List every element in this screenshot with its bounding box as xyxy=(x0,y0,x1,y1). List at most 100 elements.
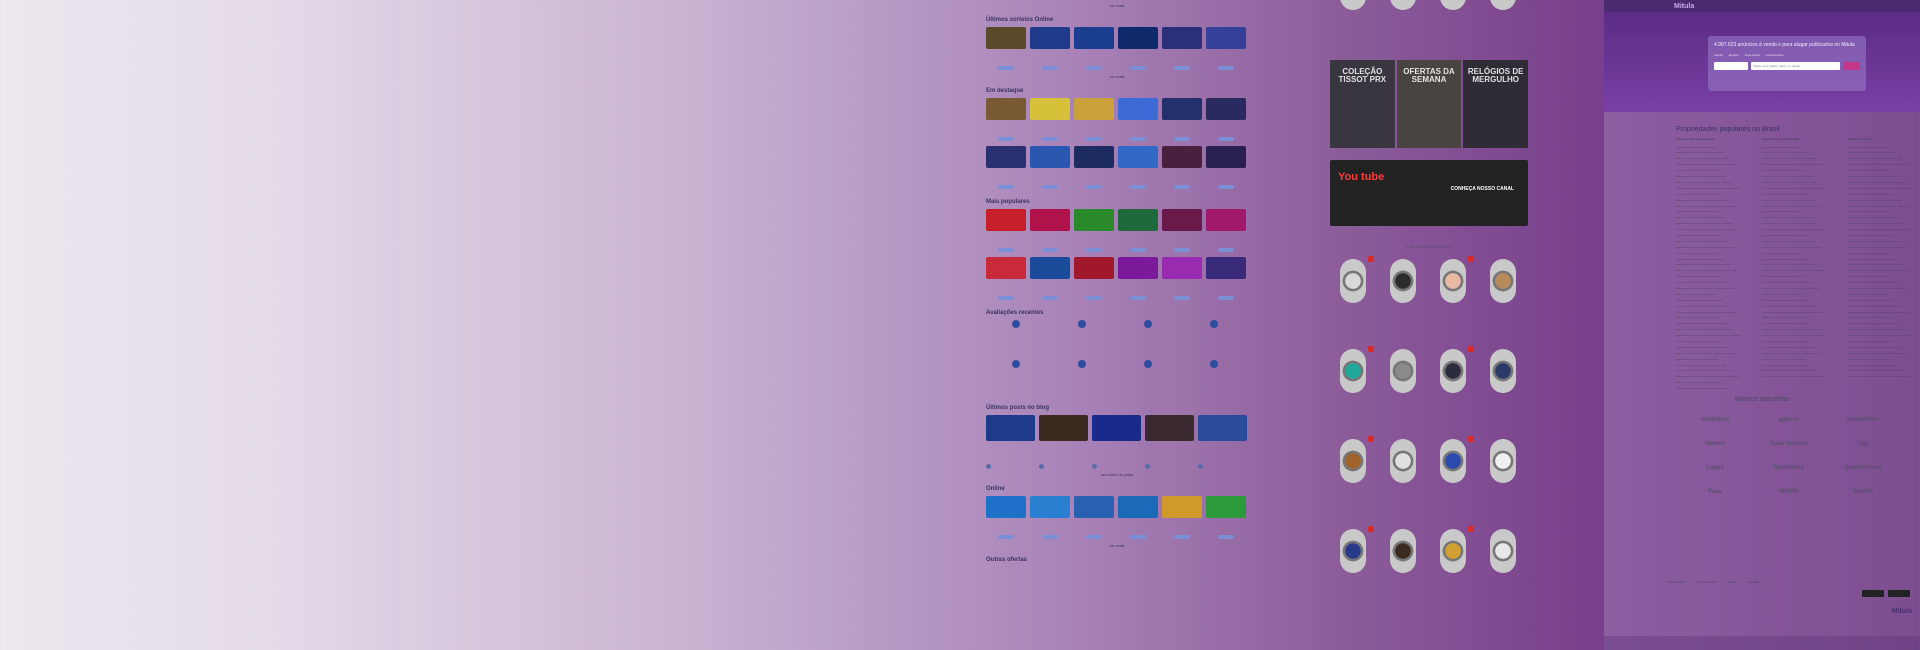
listing-card[interactable] xyxy=(1162,257,1202,301)
watch-image[interactable] xyxy=(1390,259,1416,303)
property-link[interactable] xyxy=(1848,219,1904,225)
property-link[interactable] xyxy=(1848,242,1907,248)
banner-tissot[interactable]: COLEÇÃO TISSOT PRX xyxy=(1330,60,1395,148)
listing-card[interactable] xyxy=(1030,496,1070,540)
property-link[interactable] xyxy=(1848,307,1909,313)
property-link[interactable] xyxy=(1762,242,1821,248)
listing-thumbnail[interactable] xyxy=(1162,257,1202,279)
property-link[interactable] xyxy=(1676,231,1721,236)
property-link[interactable] xyxy=(1762,354,1804,360)
listing-price-pill[interactable] xyxy=(1218,248,1234,252)
property-link[interactable] xyxy=(1676,207,1718,213)
top-see-more-link[interactable]: ver mais xyxy=(986,3,1248,8)
blog-see-all-link[interactable]: ver todos os posts xyxy=(986,472,1248,477)
property-link[interactable] xyxy=(1762,266,1824,272)
property-link[interactable] xyxy=(1762,207,1804,213)
listing-thumbnail[interactable] xyxy=(1206,146,1246,168)
listing-card[interactable] xyxy=(1030,146,1070,190)
property-link[interactable] xyxy=(1848,354,1890,360)
listing-card[interactable] xyxy=(1206,98,1246,142)
property-link[interactable] xyxy=(1762,325,1819,331)
watch-image[interactable] xyxy=(1390,529,1416,573)
listing-thumbnail[interactable] xyxy=(1162,209,1202,231)
listing-card[interactable] xyxy=(1074,27,1114,71)
partner-logo[interactable]: zap xyxy=(1832,437,1894,451)
property-link[interactable] xyxy=(1676,260,1731,266)
tab-sale[interactable]: Venda xyxy=(1714,53,1723,57)
listing-card[interactable] xyxy=(1030,257,1070,301)
listing-price-pill[interactable] xyxy=(1174,137,1190,141)
listing-thumbnail[interactable] xyxy=(1118,257,1158,279)
watch-product-card[interactable] xyxy=(1480,343,1526,433)
listing-price-pill[interactable] xyxy=(1130,137,1146,141)
property-link[interactable] xyxy=(1762,189,1808,195)
property-link[interactable] xyxy=(1676,360,1725,366)
property-link[interactable] xyxy=(1676,184,1740,189)
property-link[interactable] xyxy=(1762,337,1808,342)
listing-thumbnail[interactable] xyxy=(1206,98,1246,120)
blog-post-card[interactable] xyxy=(1039,415,1088,469)
watch-product-card[interactable] xyxy=(1480,523,1526,613)
property-link[interactable] xyxy=(1676,278,1727,284)
listing-thumbnail[interactable] xyxy=(986,209,1026,231)
watch-image[interactable] xyxy=(1340,349,1366,393)
property-link[interactable] xyxy=(1676,337,1722,342)
listing-card[interactable] xyxy=(986,98,1026,142)
property-link[interactable] xyxy=(1762,213,1811,219)
property-link[interactable] xyxy=(1762,313,1805,319)
property-link[interactable] xyxy=(1848,148,1895,154)
property-link[interactable] xyxy=(1676,331,1740,337)
online-see-more[interactable]: ver mais xyxy=(986,543,1248,548)
property-link[interactable] xyxy=(1848,337,1894,342)
watch-product-card[interactable] xyxy=(1480,253,1526,343)
property-link[interactable] xyxy=(1848,166,1891,172)
property-link[interactable] xyxy=(1676,366,1732,372)
property-link[interactable] xyxy=(1676,325,1733,331)
property-link[interactable] xyxy=(1762,366,1818,372)
listing-card[interactable] xyxy=(1162,496,1202,540)
property-link[interactable] xyxy=(1762,201,1822,207)
search-button[interactable] xyxy=(1842,62,1860,70)
blog-thumbnail[interactable] xyxy=(1092,415,1141,441)
tab-launches[interactable]: Lançamentos xyxy=(1766,53,1784,57)
listing-card[interactable] xyxy=(986,146,1026,190)
property-link[interactable] xyxy=(1848,225,1911,231)
listing-price-pill[interactable] xyxy=(1218,137,1234,141)
property-link[interactable] xyxy=(1848,207,1890,213)
property-link[interactable] xyxy=(1676,154,1730,160)
footer-link-help[interactable]: Ajuda xyxy=(1729,580,1737,585)
listing-price-pill[interactable] xyxy=(1174,296,1190,300)
listing-price-pill[interactable] xyxy=(1130,248,1146,252)
watch-image[interactable] xyxy=(1440,0,1466,10)
listing-card[interactable] xyxy=(1206,146,1246,190)
property-link[interactable] xyxy=(1676,313,1719,319)
listing-thumbnail[interactable] xyxy=(1030,98,1070,120)
property-link[interactable] xyxy=(1848,272,1892,278)
watch-image[interactable] xyxy=(1340,0,1366,10)
watch-image[interactable] xyxy=(1440,259,1466,303)
listing-thumbnail[interactable] xyxy=(1118,98,1158,120)
listing-thumbnail[interactable] xyxy=(986,27,1026,49)
listing-price-pill[interactable] xyxy=(1218,535,1234,539)
listing-price-pill[interactable] xyxy=(1086,535,1102,539)
partner-logo[interactable]: Imobili xyxy=(1832,485,1894,499)
listing-thumbnail[interactable] xyxy=(986,257,1026,279)
watch-image[interactable] xyxy=(1440,529,1466,573)
property-link[interactable] xyxy=(1848,372,1911,378)
listing-card[interactable] xyxy=(1162,27,1202,71)
listing-thumbnail[interactable] xyxy=(1118,496,1158,518)
listing-price-pill[interactable] xyxy=(1130,296,1146,300)
listing-card[interactable] xyxy=(986,27,1026,71)
property-link[interactable] xyxy=(1676,225,1739,231)
property-link[interactable] xyxy=(1676,307,1737,313)
location-search-input[interactable]: Digite uma cidade, bairro ou região xyxy=(1751,62,1840,70)
property-link[interactable] xyxy=(1676,290,1716,295)
listing-thumbnail[interactable] xyxy=(1162,98,1202,120)
property-link[interactable] xyxy=(1762,184,1826,189)
listing-thumbnail[interactable] xyxy=(1074,27,1114,49)
property-link[interactable] xyxy=(1848,142,1888,148)
partner-logo[interactable]: apto.vc xyxy=(1758,413,1820,427)
partner-logo[interactable]: Imobiliare xyxy=(1684,413,1746,427)
property-link[interactable] xyxy=(1676,166,1719,172)
listing-thumbnail[interactable] xyxy=(1162,27,1202,49)
